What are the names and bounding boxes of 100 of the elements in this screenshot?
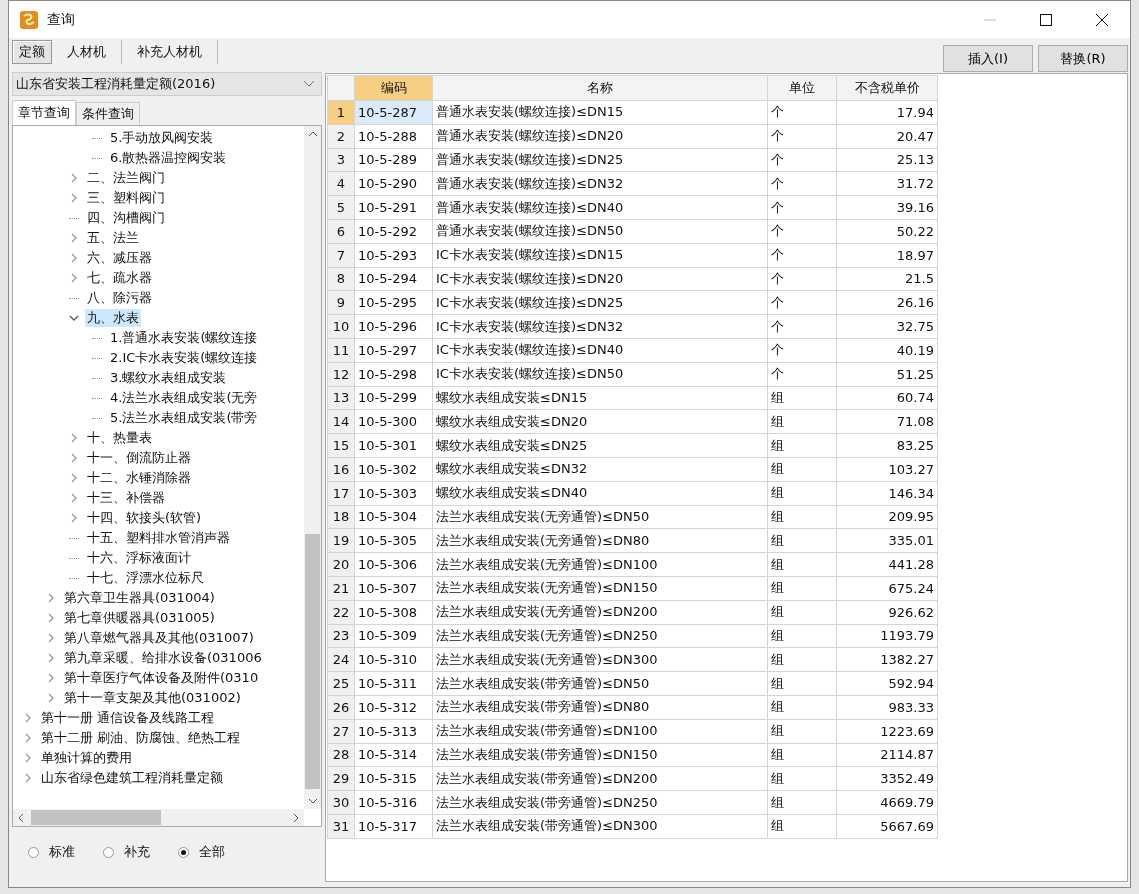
row-number[interactable]: 31 (327, 814, 355, 839)
chevron-right-icon[interactable] (23, 753, 33, 763)
row-number[interactable]: 18 (327, 505, 355, 529)
tree-item[interactable]: 十六、浮标液面计 (85, 549, 193, 567)
vertical-scrollbar[interactable] (304, 126, 321, 809)
radio-option[interactable]: 补充 (103, 843, 150, 861)
row-number[interactable]: 19 (327, 528, 355, 553)
tree-item[interactable]: 6.散热器温控阀安装 (108, 149, 229, 167)
action-button[interactable]: 替换(R) (1038, 45, 1128, 72)
tree-item[interactable]: 第八章燃气器具及其他(031007) (62, 629, 256, 647)
scroll-down-icon[interactable] (307, 797, 318, 805)
row-number[interactable]: 2 (327, 124, 355, 149)
row-number[interactable]: 30 (327, 790, 355, 815)
tree-item[interactable]: 第十章医疗气体设备及附件(0310 (62, 669, 261, 687)
chevron-right-icon[interactable] (69, 453, 79, 463)
tree-item[interactable]: 4.法兰水表组成安装(无旁 (108, 389, 260, 407)
tree-item[interactable]: 十四、软接头(软管) (85, 509, 204, 527)
tree-item[interactable]: 5.手动放风阀安装 (108, 129, 216, 147)
action-button[interactable]: 插入(I) (943, 45, 1033, 72)
radio-option[interactable]: 标准 (28, 843, 75, 861)
row-number[interactable]: 22 (327, 600, 355, 625)
tree-item[interactable]: 第六章卫生器具(031004) (62, 589, 217, 607)
chevron-right-icon[interactable] (69, 493, 79, 503)
row-number[interactable]: 21 (327, 576, 355, 601)
row-number[interactable]: 7 (327, 243, 355, 268)
tree-item[interactable]: 1.普通水表安装(螺纹连接 (108, 329, 260, 347)
chevron-right-icon[interactable] (46, 693, 56, 703)
tree-item[interactable]: 三、塑料阀门 (85, 189, 167, 207)
scroll-right-icon[interactable] (292, 812, 300, 823)
row-number[interactable]: 3 (327, 148, 355, 172)
tree-item[interactable]: 第七章供暖器具(031005) (62, 609, 217, 627)
chevron-right-icon[interactable] (46, 613, 56, 623)
maximize-icon[interactable] (1040, 13, 1052, 26)
row-number[interactable]: 10 (327, 314, 355, 339)
tree-item[interactable]: 单独计算的费用 (39, 749, 134, 767)
chevron-right-icon[interactable] (69, 273, 79, 283)
tree-item[interactable]: 2.IC卡水表安装(螺纹连接 (108, 349, 260, 367)
row-number[interactable]: 14 (327, 409, 355, 434)
chevron-right-icon[interactable] (46, 673, 56, 683)
row-number[interactable]: 20 (327, 552, 355, 577)
row-number[interactable]: 13 (327, 386, 355, 410)
chevron-right-icon[interactable] (69, 233, 79, 243)
tab[interactable]: 条件查询 (76, 102, 140, 125)
tree-item[interactable]: 第十二册 刷油、防腐蚀、绝热工程 (39, 729, 243, 747)
row-number[interactable]: 1 (327, 100, 355, 125)
library-dropdown[interactable]: 山东省安装工程消耗量定额(2016) (12, 72, 322, 96)
tree-item[interactable]: 七、疏水器 (85, 269, 154, 287)
radio-option[interactable]: 全部 (178, 843, 225, 861)
scroll-up-icon[interactable] (307, 130, 318, 138)
tree-item[interactable]: 第十一册 通信设备及线路工程 (39, 709, 217, 727)
row-number[interactable]: 5 (327, 195, 355, 220)
column-header[interactable]: 单位 (767, 75, 837, 101)
tree-item[interactable]: 山东省绿色建筑工程消耗量定额 (39, 769, 225, 787)
tree-item[interactable]: 十二、水锤消除器 (85, 469, 193, 487)
chevron-right-icon[interactable] (69, 193, 79, 203)
column-header[interactable]: 不含税单价 (836, 75, 938, 101)
close-icon[interactable] (1096, 13, 1108, 26)
row-number[interactable]: 12 (327, 362, 355, 387)
tree-item[interactable]: 十三、补偿器 (85, 489, 167, 507)
column-header[interactable]: 名称 (432, 75, 768, 101)
tree-item[interactable]: 九、水表 (85, 309, 141, 327)
tree-item[interactable]: 八、除污器 (85, 289, 154, 307)
tab[interactable]: 章节查询 (12, 100, 76, 125)
tree-item[interactable]: 5.法兰水表组成安装(带旁 (108, 409, 260, 427)
chevron-right-icon[interactable] (46, 633, 56, 643)
row-number[interactable]: 4 (327, 171, 355, 196)
tree-item[interactable]: 四、沟槽阀门 (85, 209, 167, 227)
tree-item[interactable]: 五、法兰 (85, 229, 141, 247)
row-number[interactable]: 16 (327, 457, 355, 482)
chevron-right-icon[interactable] (69, 473, 79, 483)
row-number[interactable]: 23 (327, 624, 355, 648)
row-number[interactable]: 9 (327, 290, 355, 315)
tab[interactable]: 定额 (12, 40, 52, 64)
chevron-right-icon[interactable] (23, 713, 33, 723)
tree-item[interactable]: 十五、塑料排水管消声器 (85, 529, 232, 547)
column-header[interactable]: 编码 (354, 75, 433, 101)
row-number[interactable]: 27 (327, 719, 355, 743)
chevron-right-icon[interactable] (69, 433, 79, 443)
tree-item[interactable]: 第九章采暖、给排水设备(031006 (62, 649, 264, 667)
row-number[interactable]: 25 (327, 671, 355, 696)
tree-item[interactable]: 二、法兰阀门 (85, 169, 167, 187)
tree-item[interactable]: 十七、浮漂水位标尺 (85, 569, 206, 587)
tree-item[interactable]: 十、热量表 (85, 429, 154, 447)
row-number[interactable]: 24 (327, 647, 355, 672)
scroll-left-icon[interactable] (17, 812, 25, 823)
row-number[interactable]: 11 (327, 338, 355, 363)
chevron-right-icon[interactable] (23, 733, 33, 743)
tab[interactable]: 人材机 (52, 40, 122, 64)
chevron-right-icon[interactable] (46, 593, 56, 603)
tree-item[interactable]: 六、减压器 (85, 249, 154, 267)
chevron-right-icon[interactable] (69, 173, 79, 183)
tree-item[interactable]: 十一、倒流防止器 (85, 449, 193, 467)
row-number[interactable]: 8 (327, 267, 355, 291)
row-number[interactable]: 28 (327, 743, 355, 767)
row-number[interactable]: 15 (327, 433, 355, 458)
row-number[interactable]: 6 (327, 219, 355, 244)
chevron-right-icon[interactable] (46, 653, 56, 663)
tree-item[interactable]: 3.螺纹水表组成安装 (108, 369, 229, 387)
horizontal-scrollbar[interactable] (13, 809, 304, 826)
chevron-right-icon[interactable] (69, 253, 79, 263)
